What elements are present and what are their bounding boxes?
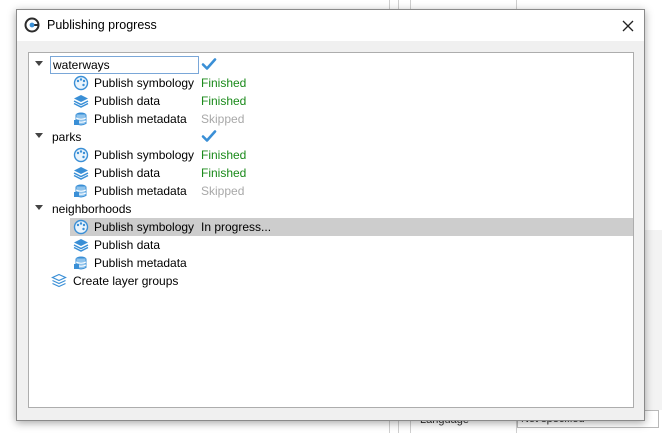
- task-status: Skipped: [201, 184, 245, 198]
- data-layers-icon: [73, 237, 89, 253]
- data-layers-icon: [73, 93, 89, 109]
- task-status: Finished: [201, 148, 247, 162]
- data-layers-icon: [73, 165, 89, 181]
- checkmark-icon: [201, 56, 217, 72]
- task-row[interactable]: Publish data Finished: [29, 164, 633, 182]
- metadata-database-icon: [73, 111, 89, 127]
- layer-name: neighborhoods: [52, 202, 132, 216]
- task-row[interactable]: Publish metadata Skipped: [29, 182, 633, 200]
- publishing-progress-dialog: Publishing progress waterways Publish sym…: [16, 9, 645, 421]
- task-row[interactable]: Publish symbology In progress...: [29, 218, 633, 236]
- layer-name: waterways: [53, 58, 110, 72]
- expand-arrow-icon[interactable]: [35, 133, 43, 138]
- task-label: Publish symbology: [94, 76, 195, 90]
- background-panel: [645, 230, 662, 410]
- task-label: Publish metadata: [94, 256, 187, 270]
- close-button[interactable]: [612, 10, 644, 41]
- task-label: Publish metadata: [94, 112, 187, 126]
- task-row[interactable]: Publish data: [29, 236, 633, 254]
- close-icon: [622, 20, 634, 31]
- task-label: Publish symbology: [94, 148, 195, 162]
- task-row[interactable]: Publish symbology Finished: [29, 74, 633, 92]
- app-logo-icon: [24, 17, 40, 33]
- layer-name: parks: [52, 130, 82, 144]
- layer-groups-icon: [51, 273, 67, 289]
- task-row[interactable]: Publish data Finished: [29, 92, 633, 110]
- metadata-database-icon: [73, 183, 89, 199]
- task-status: In progress...: [201, 220, 272, 234]
- checkmark-icon: [201, 128, 217, 144]
- task-status: Finished: [201, 166, 247, 180]
- metadata-database-icon: [73, 255, 89, 271]
- progress-tree[interactable]: waterways Publish symbology Finished Publis…: [28, 52, 634, 408]
- layer-name-edit-field[interactable]: waterways: [50, 56, 199, 74]
- task-label: Publish data: [94, 238, 161, 252]
- create-layer-groups-label: Create layer groups: [73, 274, 179, 288]
- task-status: Finished: [201, 76, 247, 90]
- symbology-palette-icon: [73, 147, 89, 163]
- task-status: Skipped: [201, 112, 245, 126]
- layer-row[interactable]: parks: [29, 128, 633, 146]
- dialog-title: Publishing progress: [47, 18, 157, 32]
- title-bar[interactable]: Publishing progress: [17, 10, 644, 41]
- layer-row[interactable]: neighborhoods: [29, 200, 633, 218]
- symbology-palette-icon: [73, 219, 89, 235]
- symbology-palette-icon: [73, 75, 89, 91]
- task-row[interactable]: Publish symbology Finished: [29, 146, 633, 164]
- expand-arrow-icon[interactable]: [35, 205, 43, 210]
- task-label: Publish metadata: [94, 184, 187, 198]
- create-layer-groups-row[interactable]: Create layer groups: [29, 272, 633, 290]
- task-label: Publish data: [94, 166, 161, 180]
- task-label: Publish data: [94, 94, 161, 108]
- task-row[interactable]: Publish metadata: [29, 254, 633, 272]
- layer-row[interactable]: waterways: [29, 56, 633, 74]
- task-status: Finished: [201, 94, 247, 108]
- task-label: Publish symbology: [94, 220, 195, 234]
- expand-arrow-icon[interactable]: [35, 61, 43, 66]
- task-row[interactable]: Publish metadata Skipped: [29, 110, 633, 128]
